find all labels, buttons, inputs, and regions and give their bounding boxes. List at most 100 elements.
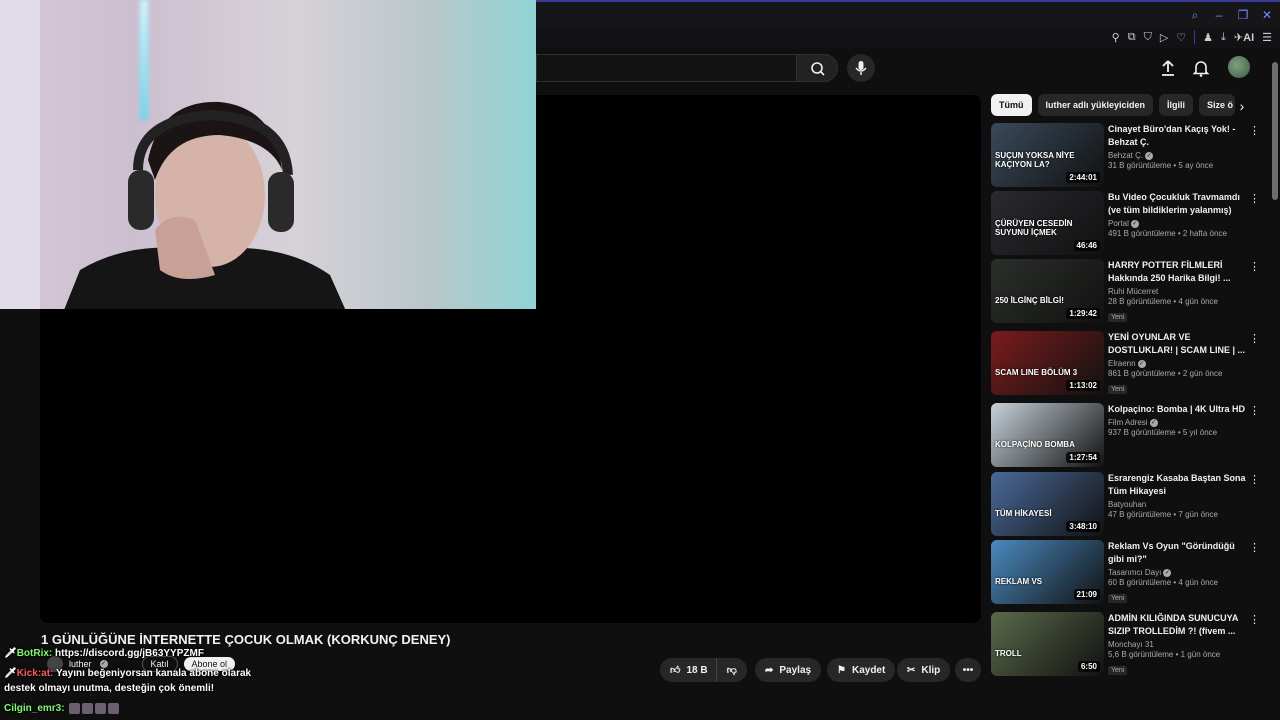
video-thumbnail[interactable]: TÜM HİKAYESİ 3:48:10 [991,472,1104,536]
recommendation-card[interactable]: ÇÜRÜYEN CESEDİN SUYUNU İÇMEK 46:46 Bu Vi… [991,191,1261,255]
recommendation-card[interactable]: REKLAM VS 21:09 Reklam Vs Oyun "Göründüğ… [991,540,1261,604]
channel-name[interactable]: Monchayı 31 [1108,640,1154,649]
recommendation-meta: Bu Video Çocukluk Travmamdı (ve tüm bild… [1108,191,1246,238]
recommendation-card[interactable]: KOLPAÇİNO BOMBA 1:27:54 Kolpaçino: Bomba… [991,403,1261,467]
recommendation-stats: 31 B görüntüleme • 5 ay önce [1108,161,1214,170]
view-count: 31 B görüntüleme [1108,161,1172,170]
more-vertical-icon[interactable]: ⋮ [1249,614,1260,626]
recommendation-card[interactable]: 250 İLGİNÇ BİLGİ! 1:29:42 HARRY POTTER F… [991,259,1261,323]
channel-name[interactable]: Portal [1108,219,1129,228]
more-vertical-icon[interactable]: ⋮ [1249,193,1260,205]
more-vertical-icon[interactable]: ⋮ [1249,474,1260,486]
chip-for-you[interactable]: Size ö [1199,94,1236,116]
more-vertical-icon[interactable]: ⋮ [1249,542,1260,554]
restore-icon[interactable]: ❐ [1236,8,1250,22]
recommendation-title[interactable]: Bu Video Çocukluk Travmamdı (ve tüm bild… [1108,191,1246,217]
recommendation-card[interactable]: TÜM HİKAYESİ 3:48:10 Esrarengiz Kasaba B… [991,472,1261,536]
close-icon[interactable]: ✕ [1260,8,1274,22]
video-thumbnail[interactable]: TROLL 6:50 [991,612,1104,676]
recommendation-card[interactable]: SCAM LINE BÖLÜM 3 1:13:02 YENİ OYUNLAR V… [991,331,1261,395]
video-thumbnail[interactable]: KOLPAÇİNO BOMBA 1:27:54 [991,403,1104,467]
like-button[interactable]: 👍︎ 18 B [660,658,716,682]
view-count: 491 B görüntüleme [1108,229,1176,238]
thumbnail-text: TÜM HİKAYESİ [995,509,1052,518]
upload-age: 1 gün önce [1180,650,1221,659]
ai-button[interactable]: ✈AI [1234,31,1254,44]
new-badge: Yeni [1108,385,1128,394]
bot-badge-icon: 🗡︎ [4,648,17,659]
more-vertical-icon[interactable]: ⋮ [1249,125,1260,137]
channel-name[interactable]: Film Adresi [1108,418,1148,427]
channel-name[interactable]: Batyouhan [1108,500,1146,509]
video-thumbnail[interactable]: 250 İLGİNÇ BİLGİ! 1:29:42 [991,259,1104,323]
recommendation-title[interactable]: ADMİN KILIĞINDA SUNUCUYA SIZIP TROLLEDİM… [1108,612,1246,638]
dislike-button[interactable]: 👎︎ [715,658,747,682]
search-input[interactable] [536,54,796,82]
recommendation-card[interactable]: SUÇUN YOKSA NİYE KAÇIYON LA? 2:44:01 Cin… [991,123,1261,187]
profile-icon[interactable]: ♟ [1203,31,1213,44]
menu-icon[interactable]: ☰ [1262,31,1272,44]
pin-icon[interactable]: ⚲ [1112,31,1120,44]
recommendation-stats: 47 B görüntüleme • 7 gün önce [1108,510,1218,519]
chip-all[interactable]: Tümü [991,94,1032,116]
download-icon[interactable]: ⤓ [1221,31,1226,44]
video-thumbnail[interactable]: ÇÜRÜYEN CESEDİN SUYUNU İÇMEK 46:46 [991,191,1104,255]
more-vertical-icon[interactable]: ⋮ [1249,333,1260,345]
webcam-overlay [0,0,536,309]
video-thumbnail[interactable]: SUÇUN YOKSA NİYE KAÇIYON LA? 2:44:01 [991,123,1104,187]
more-vertical-icon[interactable]: ⋮ [1249,405,1260,417]
recommendation-stats: 5,6 B görüntüleme • 1 gün önce [1108,650,1221,659]
chevron-right-icon[interactable]: › [1232,96,1252,116]
webcam-wall [0,0,40,309]
duration-badge: 46:46 [1073,240,1100,251]
thumbs-down-icon: 👎︎ [726,665,737,676]
channel-name[interactable]: Tasarımcı Dayı [1108,568,1161,577]
clip-button[interactable]: ✂ Klip [897,658,951,682]
clip-label: Klip [921,664,941,676]
channel-name[interactable]: Elraenn [1108,359,1136,368]
more-vertical-icon[interactable]: ⋮ [1249,261,1260,273]
recommendation-card[interactable]: TROLL 6:50 ADMİN KILIĞINDA SUNUCUYA SIZI… [991,612,1261,676]
streamer-silhouette [64,101,346,309]
save-button[interactable]: ⚑ Kaydet [827,658,896,682]
account-avatar[interactable] [1228,56,1250,78]
share-icon: ➦ [765,664,774,676]
recommendation-meta: Reklam Vs Oyun "Göründüğü gibi mi?" Tasa… [1108,540,1246,605]
minimize-icon[interactable]: – [1212,8,1226,22]
recommendation-title[interactable]: Kolpaçino: Bomba | 4K Ultra HD [1108,403,1246,416]
video-thumbnail[interactable]: REKLAM VS 21:09 [991,540,1104,604]
upload-icon[interactable] [1156,56,1180,80]
heart-icon[interactable]: ♡ [1176,31,1186,44]
emote-icon [82,703,94,714]
screenshot-icon[interactable]: ⧉ [1128,31,1136,44]
play-icon[interactable]: ▷ [1160,31,1168,44]
chat-message: destek olmayı unutma, desteğin çok öneml… [4,683,215,694]
recommendation-meta: ADMİN KILIĞINDA SUNUCUYA SIZIP TROLLEDİM… [1108,612,1246,677]
thumbs-up-icon: 👍︎ [670,665,681,676]
chip-from-uploader[interactable]: luther adlı yükleyiciden [1037,94,1154,116]
recommendation-title[interactable]: Esrarengiz Kasaba Baştan Sona Tüm Hikaye… [1108,472,1246,498]
voice-search-button[interactable] [847,54,875,82]
recommendation-title[interactable]: HARRY POTTER FİLMLERİ Hakkında 250 Harik… [1108,259,1246,285]
bot-badge-icon: 🗡︎ [4,668,17,679]
recommendation-meta: YENİ OYUNLAR VE DOSTLUKLAR! | SCAM LINE … [1108,331,1246,396]
recommendation-title[interactable]: Reklam Vs Oyun "Göründüğü gibi mi?" [1108,540,1246,566]
share-button[interactable]: ➦ Paylaş [755,658,822,682]
upload-age: 4 gün önce [1178,297,1218,306]
upload-age: 5 ay önce [1178,161,1214,170]
more-actions-button[interactable]: ••• [955,658,981,682]
recommendation-title[interactable]: YENİ OYUNLAR VE DOSTLUKLAR! | SCAM LINE … [1108,331,1246,357]
channel-name[interactable]: Behzat Ç. [1108,151,1143,160]
recommendation-meta: Kolpaçino: Bomba | 4K Ultra HD Film Adre… [1108,403,1246,437]
search-button[interactable] [796,54,838,82]
video-thumbnail[interactable]: SCAM LINE BÖLÜM 3 1:13:02 [991,331,1104,395]
scrollbar-thumb[interactable] [1272,62,1278,200]
shield-icon[interactable]: ⛉ [1144,31,1152,44]
recommendation-stats: 937 B görüntüleme • 5 yıl önce [1108,428,1218,437]
channel-name[interactable]: Ruhi Mücerret [1108,287,1158,296]
divider [1194,30,1196,44]
recommendation-title[interactable]: Cinayet Büro'dan Kaçış Yok! - Behzat Ç. [1108,123,1246,149]
bell-icon[interactable] [1189,56,1213,80]
chip-related[interactable]: İlgili [1159,94,1194,116]
browser-search-icon[interactable]: ⌕ [1188,8,1202,22]
